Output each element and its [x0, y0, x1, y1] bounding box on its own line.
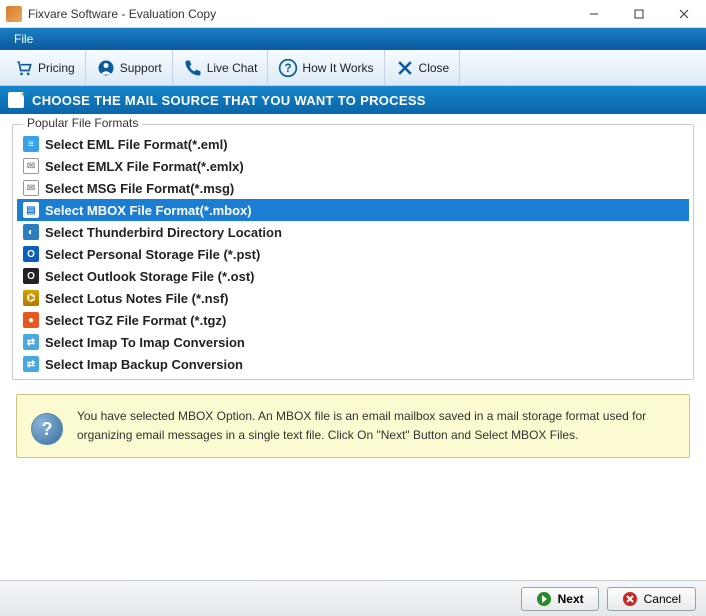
howitworks-button[interactable]: ? How It Works — [268, 50, 384, 85]
livechat-button[interactable]: Live Chat — [173, 50, 269, 85]
format-item-msg[interactable]: ✉ Select MSG File Format(*.msg) — [17, 177, 689, 199]
support-label: Support — [120, 61, 162, 75]
cancel-icon — [622, 591, 638, 607]
maximize-button[interactable] — [616, 0, 661, 28]
cancel-button[interactable]: Cancel — [607, 587, 696, 611]
howitworks-label: How It Works — [302, 61, 373, 75]
close-label: Close — [419, 61, 450, 75]
menu-file[interactable]: File — [6, 30, 41, 48]
format-item-label: Select Imap To Imap Conversion — [45, 335, 245, 350]
app-icon — [6, 6, 22, 22]
arrow-right-icon — [536, 591, 552, 607]
support-icon — [96, 58, 116, 78]
format-item-emlx[interactable]: ✉ Select EMLX File Format(*.emlx) — [17, 155, 689, 177]
format-item-tgz[interactable]: ● Select TGZ File Format (*.tgz) — [17, 309, 689, 331]
section-title: CHOOSE THE MAIL SOURCE THAT YOU WANT TO … — [32, 93, 426, 108]
format-item-eml[interactable]: ≡ Select EML File Format(*.eml) — [17, 133, 689, 155]
livechat-label: Live Chat — [207, 61, 258, 75]
emlx-icon: ✉ — [23, 158, 39, 174]
info-icon: ? — [31, 413, 63, 445]
menubar: File — [0, 28, 706, 50]
format-item-label: Select Imap Backup Conversion — [45, 357, 243, 372]
next-button[interactable]: Next — [521, 587, 599, 611]
svg-text:?: ? — [285, 62, 292, 75]
format-item-nsf[interactable]: ⌬ Select Lotus Notes File (*.nsf) — [17, 287, 689, 309]
bottom-bar: Next Cancel — [0, 580, 706, 616]
eml-icon: ≡ — [23, 136, 39, 152]
format-item-bkp[interactable]: ⇄ Select Imap Backup Conversion — [17, 353, 689, 375]
support-button[interactable]: Support — [86, 50, 173, 85]
ost-icon: O — [23, 268, 39, 284]
info-box: ? You have selected MBOX Option. An MBOX… — [16, 394, 690, 458]
formats-list: ≡ Select EML File Format(*.eml) ✉ Select EM… — [17, 133, 689, 375]
close-button[interactable]: Close — [385, 50, 461, 85]
bkp-icon: ⇄ — [23, 356, 39, 372]
window-title: Fixvare Software - Evaluation Copy — [28, 7, 571, 21]
nsf-icon: ⌬ — [23, 290, 39, 306]
close-window-button[interactable] — [661, 0, 706, 28]
format-item-ost[interactable]: O Select Outlook Storage File (*.ost) — [17, 265, 689, 287]
cancel-label: Cancel — [644, 592, 681, 606]
cart-icon — [14, 58, 34, 78]
info-text: You have selected MBOX Option. An MBOX f… — [77, 407, 675, 445]
question-icon: ? — [278, 58, 298, 78]
mbox-icon: ▤ — [23, 202, 39, 218]
msg-icon: ✉ — [23, 180, 39, 196]
pricing-button[interactable]: Pricing — [4, 50, 86, 85]
format-item-pst[interactable]: O Select Personal Storage File (*.pst) — [17, 243, 689, 265]
formats-legend: Popular File Formats — [23, 116, 142, 130]
pricing-label: Pricing — [38, 61, 75, 75]
document-plus-icon — [8, 92, 24, 108]
pst-icon: O — [23, 246, 39, 262]
format-item-mbox[interactable]: ▤ Select MBOX File Format(*.mbox) — [17, 199, 689, 221]
format-item-label: Select MBOX File Format(*.mbox) — [45, 203, 252, 218]
format-item-label: Select EMLX File Format(*.emlx) — [45, 159, 244, 174]
imap-icon: ⇄ — [23, 334, 39, 350]
close-icon — [395, 58, 415, 78]
titlebar: Fixvare Software - Evaluation Copy — [0, 0, 706, 28]
section-header: CHOOSE THE MAIL SOURCE THAT YOU WANT TO … — [0, 86, 706, 114]
phone-icon — [183, 58, 203, 78]
format-item-label: Select MSG File Format(*.msg) — [45, 181, 234, 196]
format-item-label: Select Personal Storage File (*.pst) — [45, 247, 260, 262]
format-item-tbird[interactable]: ◐ Select Thunderbird Directory Location — [17, 221, 689, 243]
formats-fieldset: Popular File Formats ≡Select EML File Fo… — [12, 124, 694, 380]
tgz-icon: ● — [23, 312, 39, 328]
tbird-icon: ◐ — [23, 224, 39, 240]
format-item-imap[interactable]: ⇄ Select Imap To Imap Conversion — [17, 331, 689, 353]
format-item-label: Select Lotus Notes File (*.nsf) — [45, 291, 228, 306]
toolbar: Pricing Support Live Chat ? How It Works… — [0, 50, 706, 86]
next-label: Next — [558, 592, 584, 606]
format-item-label: Select Outlook Storage File (*.ost) — [45, 269, 254, 284]
minimize-button[interactable] — [571, 0, 616, 28]
format-item-label: Select EML File Format(*.eml) — [45, 137, 228, 152]
format-item-label: Select Thunderbird Directory Location — [45, 225, 282, 240]
format-item-label: Select TGZ File Format (*.tgz) — [45, 313, 226, 328]
